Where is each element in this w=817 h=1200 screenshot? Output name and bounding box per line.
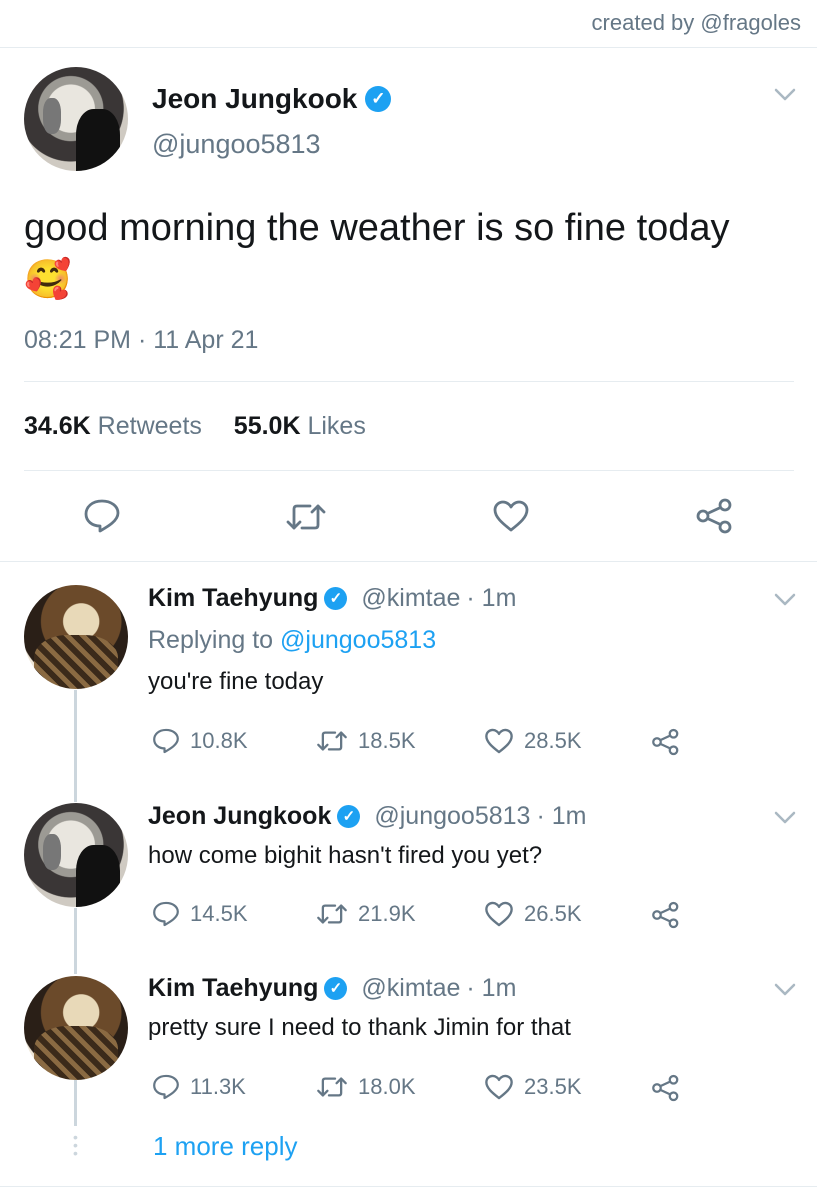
- author-handle[interactable]: @jungoo5813: [374, 802, 530, 831]
- more-replies-link[interactable]: 1 more reply: [153, 1131, 298, 1162]
- author-handle[interactable]: @jungoo5813: [152, 129, 321, 160]
- share-icon[interactable]: [695, 498, 735, 534]
- share-icon[interactable]: [651, 1074, 681, 1102]
- reply-count: 14.5K: [190, 901, 248, 926]
- likes-label[interactable]: Likes: [307, 412, 365, 440]
- reply-count: 10.8K: [190, 728, 248, 753]
- reply-button[interactable]: 11.3K: [152, 1073, 246, 1101]
- heart-icon: [485, 1074, 513, 1100]
- tweet-stats: 34.6K Retweets 55.0K Likes: [24, 412, 366, 441]
- author-handle[interactable]: @kimtae: [361, 974, 460, 1003]
- heart-icon: [485, 728, 513, 754]
- verified-badge-icon: ✓: [337, 805, 361, 828]
- author-name[interactable]: Kim Taehyung: [148, 584, 318, 613]
- like-button[interactable]: 26.5K: [484, 900, 582, 928]
- reply-header: Kim Taehyung ✓ @kimtae · 1m: [148, 974, 516, 1003]
- reply-count: 11.3K: [190, 1074, 246, 1099]
- reply-icon[interactable]: [83, 498, 121, 534]
- section-divider: [0, 561, 817, 562]
- author-name[interactable]: Kim Taehyung: [148, 974, 318, 1003]
- chevron-down-icon[interactable]: [774, 593, 796, 607]
- thread-line: [74, 908, 77, 974]
- like-button[interactable]: 23.5K: [484, 1073, 582, 1101]
- verified-badge-icon: ✓: [324, 977, 348, 1000]
- avatar[interactable]: [24, 67, 128, 171]
- bottom-divider: [0, 1186, 817, 1187]
- reply-icon: [153, 901, 179, 927]
- retweet-count: 21.9K: [358, 901, 416, 926]
- reply-button[interactable]: 14.5K: [152, 900, 248, 928]
- retweet-icon: [317, 904, 347, 924]
- reply-text: pretty sure I need to thank Jimin for th…: [148, 1014, 571, 1041]
- reply-time: · 1m: [466, 974, 517, 1002]
- like-button[interactable]: 28.5K: [484, 727, 582, 755]
- avatar[interactable]: [24, 976, 128, 1080]
- chevron-down-icon[interactable]: [774, 88, 796, 102]
- thread-line: [74, 1080, 77, 1126]
- reply-header: Jeon Jungkook ✓ @jungoo5813 · 1m: [148, 802, 586, 831]
- replying-to-handle[interactable]: @jungoo5813: [280, 626, 436, 654]
- reply-icon: [153, 1074, 179, 1100]
- retweet-icon[interactable]: [285, 500, 327, 534]
- smiling-hearts-emoji: 🥰: [24, 259, 72, 301]
- avatar[interactable]: [24, 585, 128, 689]
- reply-text: you're fine today: [148, 668, 324, 695]
- verified-badge-icon: ✓: [365, 86, 392, 112]
- chevron-down-icon[interactable]: [774, 811, 796, 825]
- top-divider: [0, 47, 817, 48]
- retweet-count: 18.0K: [358, 1074, 416, 1099]
- divider: [24, 470, 794, 471]
- avatar[interactable]: [24, 803, 128, 907]
- chevron-down-icon[interactable]: [774, 983, 796, 997]
- verified-badge-icon: ✓: [324, 587, 348, 610]
- creator-credit: created by @fragoles: [591, 10, 801, 35]
- author-handle[interactable]: @kimtae: [361, 584, 460, 613]
- heart-icon[interactable]: [492, 499, 530, 533]
- reply-header: Kim Taehyung ✓ @kimtae · 1m: [148, 584, 516, 613]
- author-name[interactable]: Jeon Jungkook: [148, 802, 331, 831]
- likes-count[interactable]: 55.0K: [234, 412, 301, 440]
- replying-to: Replying to @jungoo5813: [148, 626, 437, 654]
- share-icon[interactable]: [651, 901, 681, 929]
- retweet-button[interactable]: 21.9K: [316, 900, 416, 928]
- retweet-button[interactable]: 18.5K: [316, 727, 416, 755]
- author-name[interactable]: Jeon Jungkook: [152, 83, 357, 115]
- heart-icon: [485, 901, 513, 927]
- reply-button[interactable]: 10.8K: [152, 727, 248, 755]
- tweet-timestamp[interactable]: 08:21 PM · 11 Apr 21: [24, 326, 258, 355]
- reply-text: how come bighit hasn't fired you yet?: [148, 842, 543, 869]
- thread-dots: • • •: [73, 1129, 78, 1161]
- retweet-count: 18.5K: [358, 728, 416, 753]
- reply-time: · 1m: [466, 584, 517, 612]
- retweets-label[interactable]: Retweets: [98, 412, 202, 440]
- retweet-icon: [317, 1077, 347, 1097]
- retweet-button[interactable]: 18.0K: [316, 1073, 416, 1101]
- retweets-count[interactable]: 34.6K: [24, 412, 91, 440]
- thread-line: [74, 690, 77, 802]
- like-count: 23.5K: [524, 1074, 582, 1099]
- like-count: 26.5K: [524, 901, 582, 926]
- reply-time: · 1m: [536, 802, 587, 830]
- like-count: 28.5K: [524, 728, 582, 753]
- retweet-icon: [317, 731, 347, 751]
- share-icon[interactable]: [651, 728, 681, 756]
- reply-icon: [153, 728, 179, 754]
- tweet-text: good morning the weather is so fine toda…: [24, 207, 730, 301]
- divider: [24, 381, 794, 382]
